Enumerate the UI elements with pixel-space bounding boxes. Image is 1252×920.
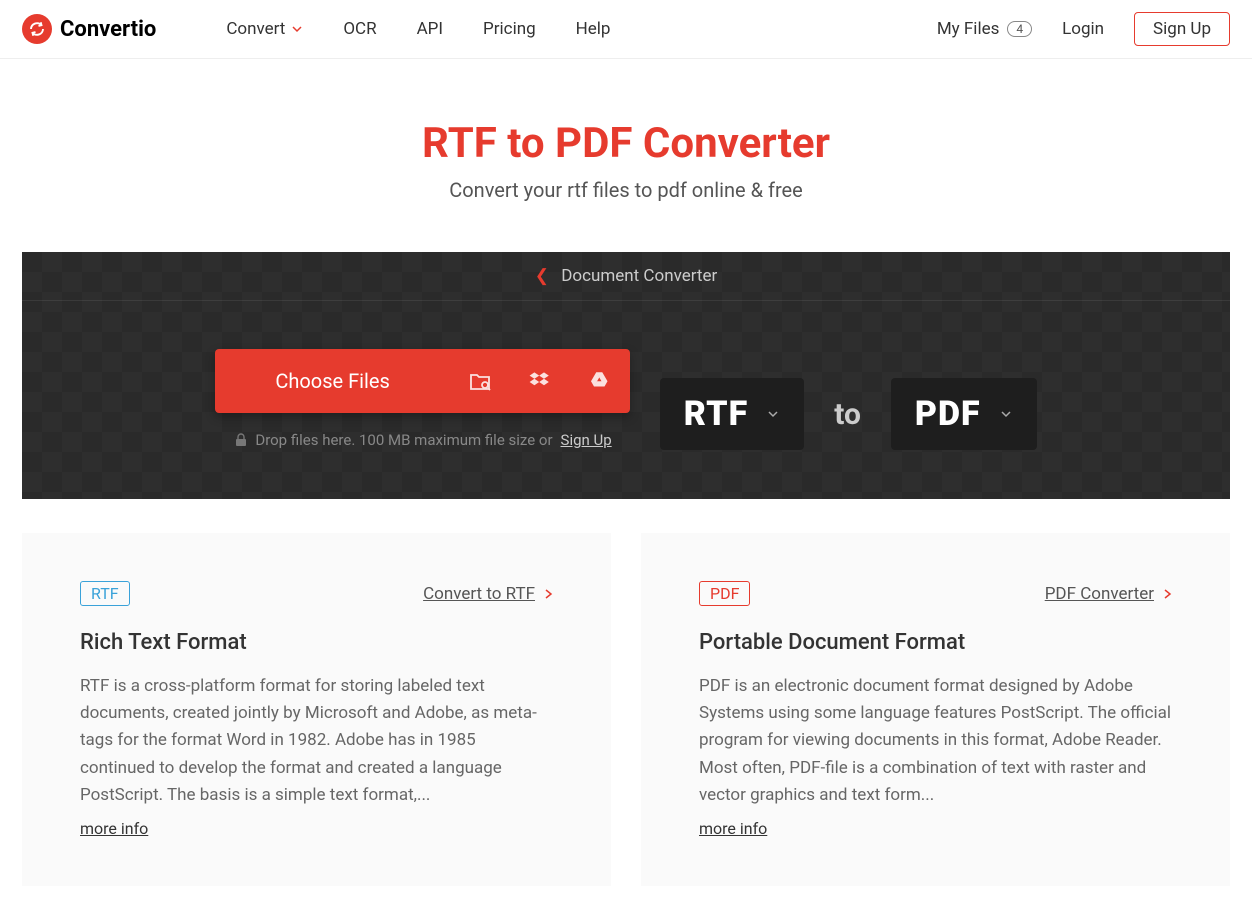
lock-icon <box>235 433 247 447</box>
format-tag-pdf: PDF <box>699 581 750 606</box>
nav-convert-label: Convert <box>226 19 285 39</box>
my-files-link[interactable]: My Files 4 <box>937 19 1032 39</box>
header: Convertio Convert OCR API Pricing Help M… <box>0 0 1252 59</box>
card-desc: RTF is a cross-platform format for stori… <box>80 673 553 809</box>
card-title: Rich Text Format <box>80 630 553 655</box>
card-header: RTF Convert to RTF <box>80 581 553 606</box>
choose-block: Choose Files Drop files here. 100 MB max… <box>215 349 629 479</box>
nav-api[interactable]: API <box>417 19 443 39</box>
right-nav: My Files 4 Login Sign Up <box>937 12 1230 46</box>
signup-inline-link[interactable]: Sign Up <box>561 431 612 449</box>
pdf-converter-link[interactable]: PDF Converter <box>1045 584 1172 604</box>
card-rtf: RTF Convert to RTF Rich Text Format RTF … <box>22 533 611 886</box>
from-format-label: RTF <box>684 394 748 434</box>
main-nav: Convert OCR API Pricing Help <box>226 19 610 39</box>
page-title: RTF to PDF Converter <box>20 119 1232 168</box>
to-format-label: PDF <box>915 394 981 434</box>
dropbox-icon[interactable] <box>510 350 570 412</box>
from-format-select[interactable]: RTF <box>660 378 804 450</box>
card-desc: PDF is an electronic document format des… <box>699 673 1172 809</box>
logo[interactable]: Convertio <box>22 14 156 44</box>
pdf-converter-label: PDF Converter <box>1045 584 1154 604</box>
breadcrumb: ❮ Document Converter <box>22 252 1230 301</box>
hint-text: Drop files here. 100 MB maximum file siz… <box>255 431 552 449</box>
logo-icon <box>22 14 52 44</box>
convert-to-rtf-label: Convert to RTF <box>423 584 535 604</box>
folder-search-icon[interactable] <box>450 350 510 412</box>
nav-help[interactable]: Help <box>576 19 611 39</box>
card-header: PDF PDF Converter <box>699 581 1172 606</box>
chevron-right-icon <box>1162 587 1172 601</box>
to-format-select[interactable]: PDF <box>891 378 1037 450</box>
chevron-down-icon <box>999 407 1013 421</box>
controls-row: Choose Files Drop files here. 100 MB max… <box>22 301 1230 499</box>
login-link[interactable]: Login <box>1062 19 1104 39</box>
choose-files-button[interactable]: Choose Files <box>215 349 629 413</box>
info-cards: RTF Convert to RTF Rich Text Format RTF … <box>0 499 1252 920</box>
breadcrumb-label: Document Converter <box>561 266 717 286</box>
chevron-right-icon <box>543 587 553 601</box>
to-label: to <box>834 397 861 432</box>
more-info-link[interactable]: more info <box>699 819 767 838</box>
more-info-link[interactable]: more info <box>80 819 148 838</box>
breadcrumb-link[interactable]: ❮ Document Converter <box>535 266 717 286</box>
chevron-down-icon <box>291 23 303 35</box>
card-pdf: PDF PDF Converter Portable Document Form… <box>641 533 1230 886</box>
choose-files-label: Choose Files <box>215 349 449 413</box>
my-files-label: My Files <box>937 19 1000 39</box>
google-drive-icon[interactable] <box>570 350 630 412</box>
card-title: Portable Document Format <box>699 630 1172 655</box>
converter-panel: ❮ Document Converter Choose Files <box>22 252 1230 499</box>
format-tag-rtf: RTF <box>80 581 130 606</box>
convert-to-rtf-link[interactable]: Convert to RTF <box>423 584 553 604</box>
hero: RTF to PDF Converter Convert your rtf fi… <box>0 59 1252 232</box>
brand-text: Convertio <box>60 17 156 42</box>
nav-convert[interactable]: Convert <box>226 19 303 39</box>
drop-hint: Drop files here. 100 MB maximum file siz… <box>235 431 611 449</box>
files-count-badge: 4 <box>1007 21 1032 37</box>
nav-ocr[interactable]: OCR <box>343 19 376 39</box>
chevron-down-icon <box>766 407 780 421</box>
nav-pricing[interactable]: Pricing <box>483 19 536 39</box>
chevron-left-icon: ❮ <box>535 266 549 286</box>
page-subtitle: Convert your rtf files to pdf online & f… <box>20 178 1232 202</box>
signup-button[interactable]: Sign Up <box>1134 12 1230 46</box>
